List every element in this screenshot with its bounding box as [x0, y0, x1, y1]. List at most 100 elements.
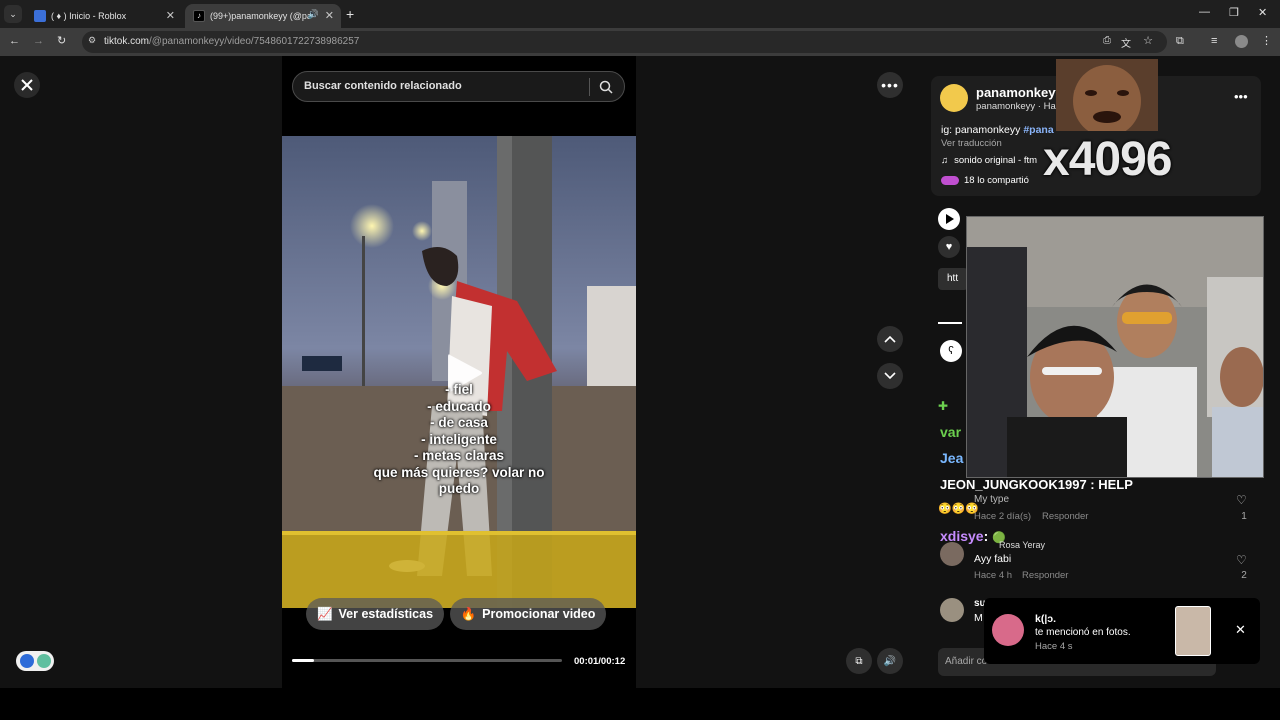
profile-avatar-icon[interactable] — [1235, 35, 1248, 48]
tab-title: (99+)panamonkeyy (@pana — [210, 11, 310, 21]
comment-reply-2[interactable]: Responder — [1022, 570, 1068, 581]
search-box[interactable]: Buscar contenido relacionado — [292, 71, 625, 102]
progress-track[interactable] — [292, 659, 562, 662]
media-control-icon[interactable]: ≡ — [1211, 35, 1217, 47]
chat-partial-1: var — [940, 424, 962, 440]
close-tab-icon[interactable]: ✕ — [325, 9, 334, 22]
comment-like-count-2: 2 — [1241, 570, 1247, 581]
view-stats-button[interactable]: 📈 Ver estadísticas — [306, 598, 444, 630]
tab-title: ( ♦ ) Inicio - Roblox — [51, 11, 127, 21]
notification-avatar — [992, 614, 1024, 646]
promote-video-label: Promocionar video — [482, 607, 596, 621]
search-input[interactable]: Buscar contenido relacionado — [304, 80, 462, 92]
notification-text: te mencionó en fotos. — [1035, 627, 1131, 638]
comment-avatar-3[interactable] — [940, 598, 964, 622]
translate-icon[interactable]: 文 — [1121, 35, 1131, 50]
webcam-overlay — [966, 216, 1264, 478]
url-host: tiktok.com — [104, 36, 150, 47]
comment-time-2: Hace 4 h — [974, 570, 1013, 581]
volume-button[interactable]: 🔊 — [877, 648, 903, 674]
chat-user-1: JEON_JUNGKOOK1997 — [940, 477, 1087, 492]
tab-search-button[interactable]: ⌄ — [4, 5, 22, 23]
progress-fill — [292, 659, 314, 662]
description-text: ig: panamonkeyy — [941, 124, 1024, 136]
minimize-icon[interactable]: — — [1199, 6, 1210, 18]
extension-badge[interactable] — [16, 651, 54, 671]
search-divider — [589, 78, 590, 96]
tab-roblox[interactable]: ( ♦ ) Inicio - Roblox ✕ — [26, 4, 182, 28]
floating-player-button[interactable]: ⧉ — [846, 648, 872, 674]
browser-menu-icon[interactable]: ⋮ — [1261, 34, 1272, 47]
install-app-icon[interactable]: ⎙ — [1103, 35, 1111, 46]
caption-line-5: - metas claras — [413, 448, 505, 463]
sound-text: sonido original - ftm — [954, 155, 1038, 166]
url-text: tiktok.com/@panamonkeyy/video/7548601722… — [104, 36, 359, 47]
music-note-icon: ♫ — [941, 155, 949, 166]
chat-emoji-row: 😳😳😳 — [938, 503, 980, 515]
restore-icon[interactable]: ❐ — [1229, 6, 1239, 19]
comment-input[interactable]: Añadir co — [945, 656, 987, 667]
close-viewer-button[interactable] — [14, 72, 40, 98]
comment-like-icon-2[interactable]: ♡ — [1236, 553, 1247, 567]
comment-avatar-2[interactable] — [940, 542, 964, 566]
post-more-icon[interactable]: ••• — [1234, 89, 1248, 104]
like-button[interactable]: ♥ — [938, 236, 960, 258]
back-icon[interactable]: ← — [9, 35, 20, 47]
chat-partial-2: Jea — [940, 450, 964, 466]
chat-message-2: : — [983, 528, 989, 544]
comment-like-icon-1[interactable]: ♡ — [1236, 493, 1247, 507]
chat-badge-green-icon: ✚ — [938, 399, 949, 413]
comment-avatar-bear[interactable]: ʕ — [940, 340, 962, 362]
notification-time: Hace 4 s — [1035, 641, 1073, 652]
tiktok-page: Buscar contenido relacionado - fiel - ed… — [0, 56, 1280, 688]
next-video-button[interactable] — [877, 363, 903, 389]
caption-line-2: - educado — [427, 399, 491, 414]
author-avatar[interactable] — [940, 84, 968, 112]
caption-line-1: - fiel — [445, 382, 473, 397]
video-player[interactable]: - fiel - educado - de casa - inteligente… — [282, 136, 636, 608]
caption-line-3: - de casa — [430, 415, 488, 430]
search-icon[interactable] — [599, 80, 613, 94]
chat-user-2: xdisye — [940, 528, 984, 544]
forward-icon[interactable]: → — [33, 35, 44, 47]
author-username[interactable]: panamonkeyy — [976, 85, 1063, 100]
more-options-button[interactable]: ••• — [877, 72, 903, 98]
chevron-up-icon — [884, 335, 896, 343]
bookmark-star-icon[interactable]: ☆ — [1143, 34, 1153, 47]
extension-power-icon — [37, 654, 51, 668]
play-circle-button[interactable] — [938, 208, 960, 230]
extension-play-icon — [20, 654, 34, 668]
comment-author-2[interactable]: Rosa Yeray — [999, 540, 1045, 550]
shared-text: 18 lo compartió — [964, 175, 1029, 186]
mention-notification[interactable]: k(|ɔ. te mencionó en fotos. Hace 4 s ✕ — [984, 598, 1260, 664]
extensions-icon[interactable]: ⧉ — [1176, 35, 1184, 48]
tiktok-icon: ♪ — [193, 10, 205, 22]
close-notification-icon[interactable]: ✕ — [1235, 622, 1246, 638]
promote-video-button[interactable]: 🔥 Promocionar video — [450, 598, 606, 630]
tab-strip: ⌄ ( ♦ ) Inicio - Roblox ✕ ♪ (99+)panamon… — [0, 0, 1280, 28]
shared-avatars-icon — [941, 175, 959, 185]
comment-time-1: Hace 2 día(s) — [974, 511, 1032, 522]
webcam-feed-image — [967, 217, 1263, 477]
notification-thumbnail — [1175, 606, 1211, 656]
meme-overlay — [1056, 59, 1158, 131]
audio-playing-icon[interactable]: 🔊 — [308, 9, 319, 20]
sound-line[interactable]: ♫ sonido original - ftm — [941, 155, 1037, 166]
link-chip[interactable]: htt — [938, 268, 968, 290]
address-bar[interactable]: ⚙ tiktok.com/@panamonkeyy/video/75486017… — [82, 31, 1167, 53]
chat-line-1: JEON_JUNGKOOK1997 : HELP — [940, 477, 1133, 492]
site-info-icon[interactable]: ⚙ — [88, 35, 96, 46]
shared-line: 18 lo compartió — [941, 175, 1029, 186]
previous-video-button[interactable] — [877, 326, 903, 352]
time-display: 00:01/00:12 — [574, 656, 626, 667]
comment-text-2: Ayy fabi — [974, 553, 1012, 565]
close-tab-icon[interactable]: ✕ — [166, 9, 175, 22]
new-tab-button[interactable]: + — [346, 6, 354, 22]
tab-tiktok[interactable]: ♪ (99+)panamonkeyy (@pana 🔊 ✕ — [185, 4, 341, 28]
reload-icon[interactable]: ↻ — [57, 34, 66, 47]
translate-link[interactable]: Ver traducción — [941, 138, 1002, 149]
close-window-icon[interactable]: ✕ — [1258, 6, 1267, 19]
comment-reply-1[interactable]: Responder — [1042, 511, 1088, 522]
roblox-icon — [34, 10, 46, 22]
comment-text-3: M — [974, 612, 983, 624]
